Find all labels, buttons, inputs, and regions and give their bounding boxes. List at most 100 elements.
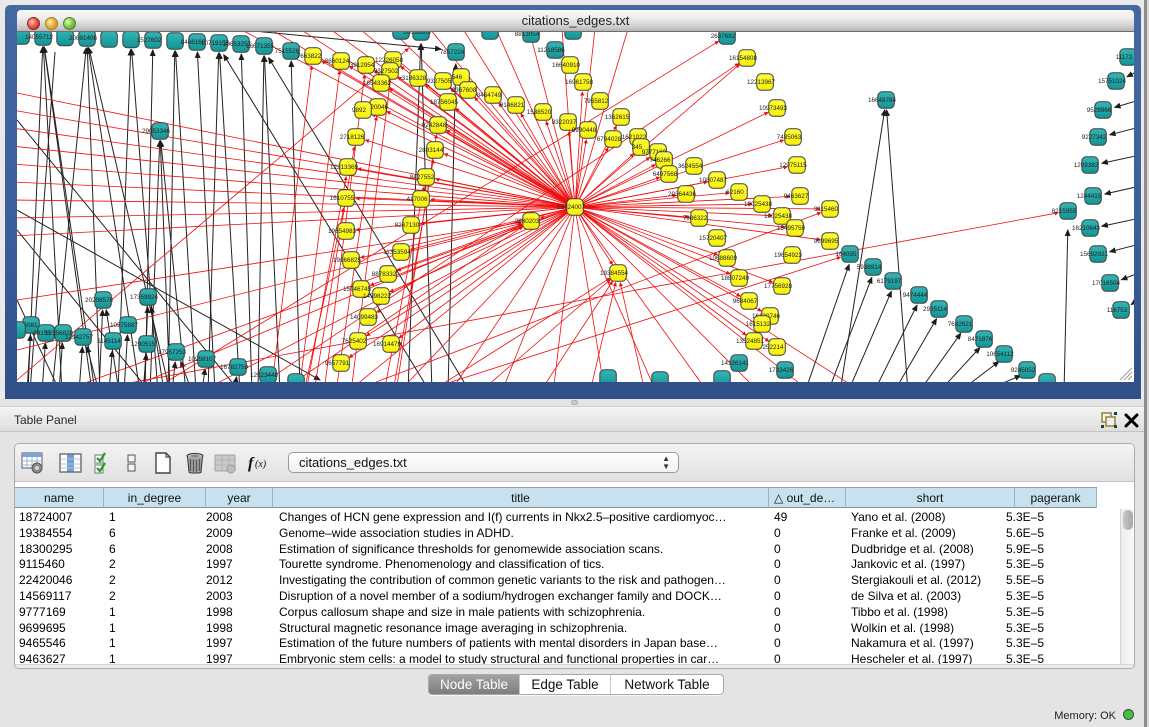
svg-text:18807249: 18807249 [721, 275, 750, 282]
svg-text:9463627: 9463627 [784, 193, 809, 200]
svg-text:20208578: 20208578 [85, 297, 114, 304]
svg-text:2718126: 2718126 [340, 134, 365, 141]
svg-text:2935114: 2935114 [923, 306, 948, 313]
svg-text:9327502: 9327502 [374, 68, 399, 75]
svg-text:19654983: 19654983 [328, 228, 357, 235]
svg-text:9242848: 9242848 [422, 122, 447, 129]
svg-text:10654112: 10654112 [986, 351, 1014, 358]
svg-text:9115460: 9115460 [814, 206, 839, 213]
svg-text:16154808: 16154808 [729, 55, 758, 62]
svg-text:9529966: 9529966 [1087, 107, 1112, 114]
svg-text:9474444: 9474444 [903, 292, 928, 299]
svg-text:7955812: 7955812 [584, 98, 609, 105]
svg-text:18756045: 18756045 [430, 99, 459, 106]
svg-text:16210643: 16210643 [1072, 225, 1101, 232]
svg-text:12923448: 12923448 [250, 372, 279, 379]
svg-text:2367608: 2367608 [452, 87, 477, 94]
svg-text:8215955: 8215955 [1052, 208, 1077, 215]
svg-text:9227342: 9227342 [1082, 134, 1107, 141]
svg-text:8471876: 8471876 [968, 336, 993, 343]
svg-text:19384554: 19384554 [600, 270, 629, 277]
svg-text:11353594: 11353594 [383, 249, 411, 256]
svg-text:17756928: 17756928 [764, 283, 793, 290]
svg-text:116753: 116753 [1107, 307, 1128, 314]
svg-text:11218586: 11218586 [537, 47, 565, 54]
svg-text:12942757: 12942757 [65, 334, 94, 341]
svg-text:16033809: 16033809 [403, 32, 432, 36]
svg-text:14136141: 14136141 [721, 360, 750, 367]
svg-text:1615132: 1615132 [746, 321, 771, 328]
svg-text:1527602: 1527602 [137, 37, 162, 44]
svg-text:10975887: 10975887 [110, 322, 139, 329]
svg-text:7663822: 7663822 [297, 53, 322, 60]
svg-text:3624554: 3624554 [678, 163, 703, 170]
svg-text:8813054: 8813054 [515, 32, 540, 38]
svg-text:15720407: 15720407 [699, 235, 728, 242]
svg-text:10025438: 10025438 [764, 213, 793, 220]
svg-text:29053346: 29053346 [142, 128, 171, 135]
svg-text:11172: 11172 [1116, 54, 1133, 61]
svg-text:13495759: 13495759 [777, 225, 806, 232]
svg-text:1733426: 1733426 [769, 367, 794, 374]
svg-text:14055712: 14055712 [25, 34, 54, 41]
svg-text:16671355: 16671355 [246, 43, 275, 50]
svg-text:16961758: 16961758 [565, 79, 594, 86]
svg-text:1362615: 1362615 [605, 114, 630, 121]
svg-text:9146821: 9146821 [500, 102, 525, 109]
svg-text:17359924: 17359924 [130, 294, 159, 301]
svg-text:16914479: 16914479 [373, 341, 402, 348]
svg-text:16782759: 16782759 [220, 364, 249, 371]
svg-text:7485063: 7485063 [777, 134, 802, 141]
svg-text:7625402: 7625402 [342, 338, 367, 345]
svg-text:252214: 252214 [762, 344, 784, 351]
svg-text:9327505: 9327505 [427, 78, 452, 85]
svg-text:17957253: 17957253 [158, 349, 187, 356]
svg-text:9684067: 9684067 [733, 298, 758, 305]
svg-text:746266: 746266 [649, 157, 671, 164]
svg-text:5938914: 5938914 [857, 264, 882, 271]
svg-text:6179197: 6179197 [877, 278, 902, 285]
svg-text:1588520: 1588520 [527, 109, 552, 116]
svg-text:8322037: 8322037 [552, 119, 577, 126]
svg-text:7986322: 7986322 [683, 215, 708, 222]
svg-text:1209382: 1209382 [1074, 162, 1099, 169]
svg-text:1244415: 1244415 [1077, 193, 1102, 200]
svg-text:7857224: 7857224 [440, 49, 465, 56]
svg-text:f: f [248, 455, 255, 472]
svg-text:20691406: 20691406 [69, 35, 98, 42]
svg-text:6497568: 6497568 [653, 171, 678, 178]
svg-text:164095: 164095 [835, 251, 857, 258]
svg-text:10688609: 10688609 [709, 255, 738, 262]
svg-text:2637682: 2637682 [711, 33, 736, 40]
svg-text:3186328: 3186328 [402, 75, 427, 82]
svg-text:8990448: 8990448 [572, 127, 597, 134]
svg-text:8454749: 8454749 [477, 92, 502, 99]
svg-text:20364436: 20364436 [668, 191, 697, 198]
svg-text:15751024: 15751024 [1098, 78, 1127, 85]
svg-text:17016504: 17016504 [1092, 280, 1121, 287]
svg-text:10958107: 10958107 [188, 356, 217, 363]
svg-text:16648784: 16648784 [868, 97, 897, 104]
svg-text:15046745: 15046745 [343, 286, 372, 293]
svg-text:2803144: 2803144 [419, 147, 444, 154]
svg-text:7632621: 7632621 [948, 321, 973, 328]
svg-text:8878332: 8878332 [372, 271, 397, 278]
svg-text:14998222: 14998222 [363, 293, 392, 300]
svg-text:14099483: 14099483 [350, 314, 379, 321]
svg-text:9657791: 9657791 [325, 360, 350, 367]
svg-text:12975115: 12975115 [779, 162, 807, 169]
svg-text:10973493: 10973493 [759, 105, 788, 112]
svg-text:15692921: 15692921 [1080, 251, 1109, 258]
svg-text:19166825: 19166825 [333, 257, 362, 264]
svg-text:1290515: 1290515 [131, 341, 156, 348]
svg-text:8427552: 8427552 [410, 174, 435, 181]
svg-text:19654923: 19654923 [774, 252, 803, 259]
svg-text:10025438: 10025438 [744, 201, 773, 208]
svg-text:6794028: 6794028 [597, 136, 622, 143]
svg-text:3912954: 3912954 [350, 62, 375, 69]
svg-text:1145114: 1145114 [97, 338, 121, 345]
svg-text:8267130: 8267130 [395, 222, 420, 229]
svg-text:12213967: 12213967 [747, 79, 776, 86]
svg-text:2830203: 2830203 [515, 218, 540, 225]
svg-text:(x): (x) [255, 459, 267, 470]
